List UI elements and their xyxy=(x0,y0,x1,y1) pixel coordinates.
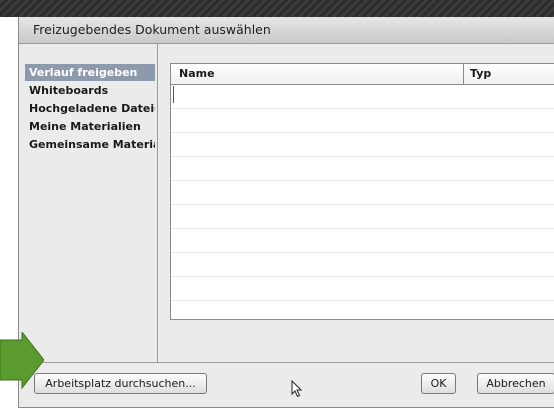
dialog-titlebar[interactable]: Freizugebendes Dokument auswählen xyxy=(19,17,554,44)
table-row[interactable] xyxy=(171,85,554,109)
table-row[interactable] xyxy=(171,301,554,319)
sidebar-item-verlauf-freigeben[interactable]: Verlauf freigeben xyxy=(25,64,155,81)
column-header-name[interactable]: Name xyxy=(179,67,215,80)
green-arrow-icon xyxy=(0,332,44,390)
ok-button[interactable]: OK xyxy=(421,373,456,394)
table-row[interactable] xyxy=(171,205,554,229)
table-row[interactable] xyxy=(171,181,554,205)
table-row[interactable] xyxy=(171,133,554,157)
sidebar-item-whiteboards[interactable]: Whiteboards xyxy=(25,82,155,99)
sidebar-item-meine-materialien[interactable]: Meine Materialien xyxy=(25,118,155,135)
table-header: Name Typ xyxy=(171,64,554,85)
column-divider[interactable] xyxy=(463,64,464,84)
table-row[interactable] xyxy=(171,253,554,277)
table-row[interactable] xyxy=(171,229,554,253)
background-stripe xyxy=(0,0,554,17)
footer-divider xyxy=(19,362,554,363)
cancel-button[interactable]: Abbrechen xyxy=(477,373,554,394)
mouse-pointer-icon xyxy=(291,380,303,398)
column-header-typ[interactable]: Typ xyxy=(470,67,491,80)
sidebar-item-gemeinsame-materialien[interactable]: Gemeinsame Materialien xyxy=(25,136,155,153)
dialog-title: Freizugebendes Dokument auswählen xyxy=(33,22,271,37)
select-document-dialog: Freizugebendes Dokument auswählen Verlau… xyxy=(18,17,554,408)
browse-computer-button[interactable]: Arbeitsplatz durchsuchen... xyxy=(34,373,207,394)
table-row[interactable] xyxy=(171,277,554,301)
sidebar-item-hochgeladene-dateien[interactable]: Hochgeladene Dateien xyxy=(25,100,155,117)
table-row[interactable] xyxy=(171,109,554,133)
table-row[interactable] xyxy=(171,157,554,181)
document-table[interactable]: Name Typ xyxy=(170,63,554,320)
sidebar: Verlauf freigeben Whiteboards Hochgelade… xyxy=(19,44,158,362)
